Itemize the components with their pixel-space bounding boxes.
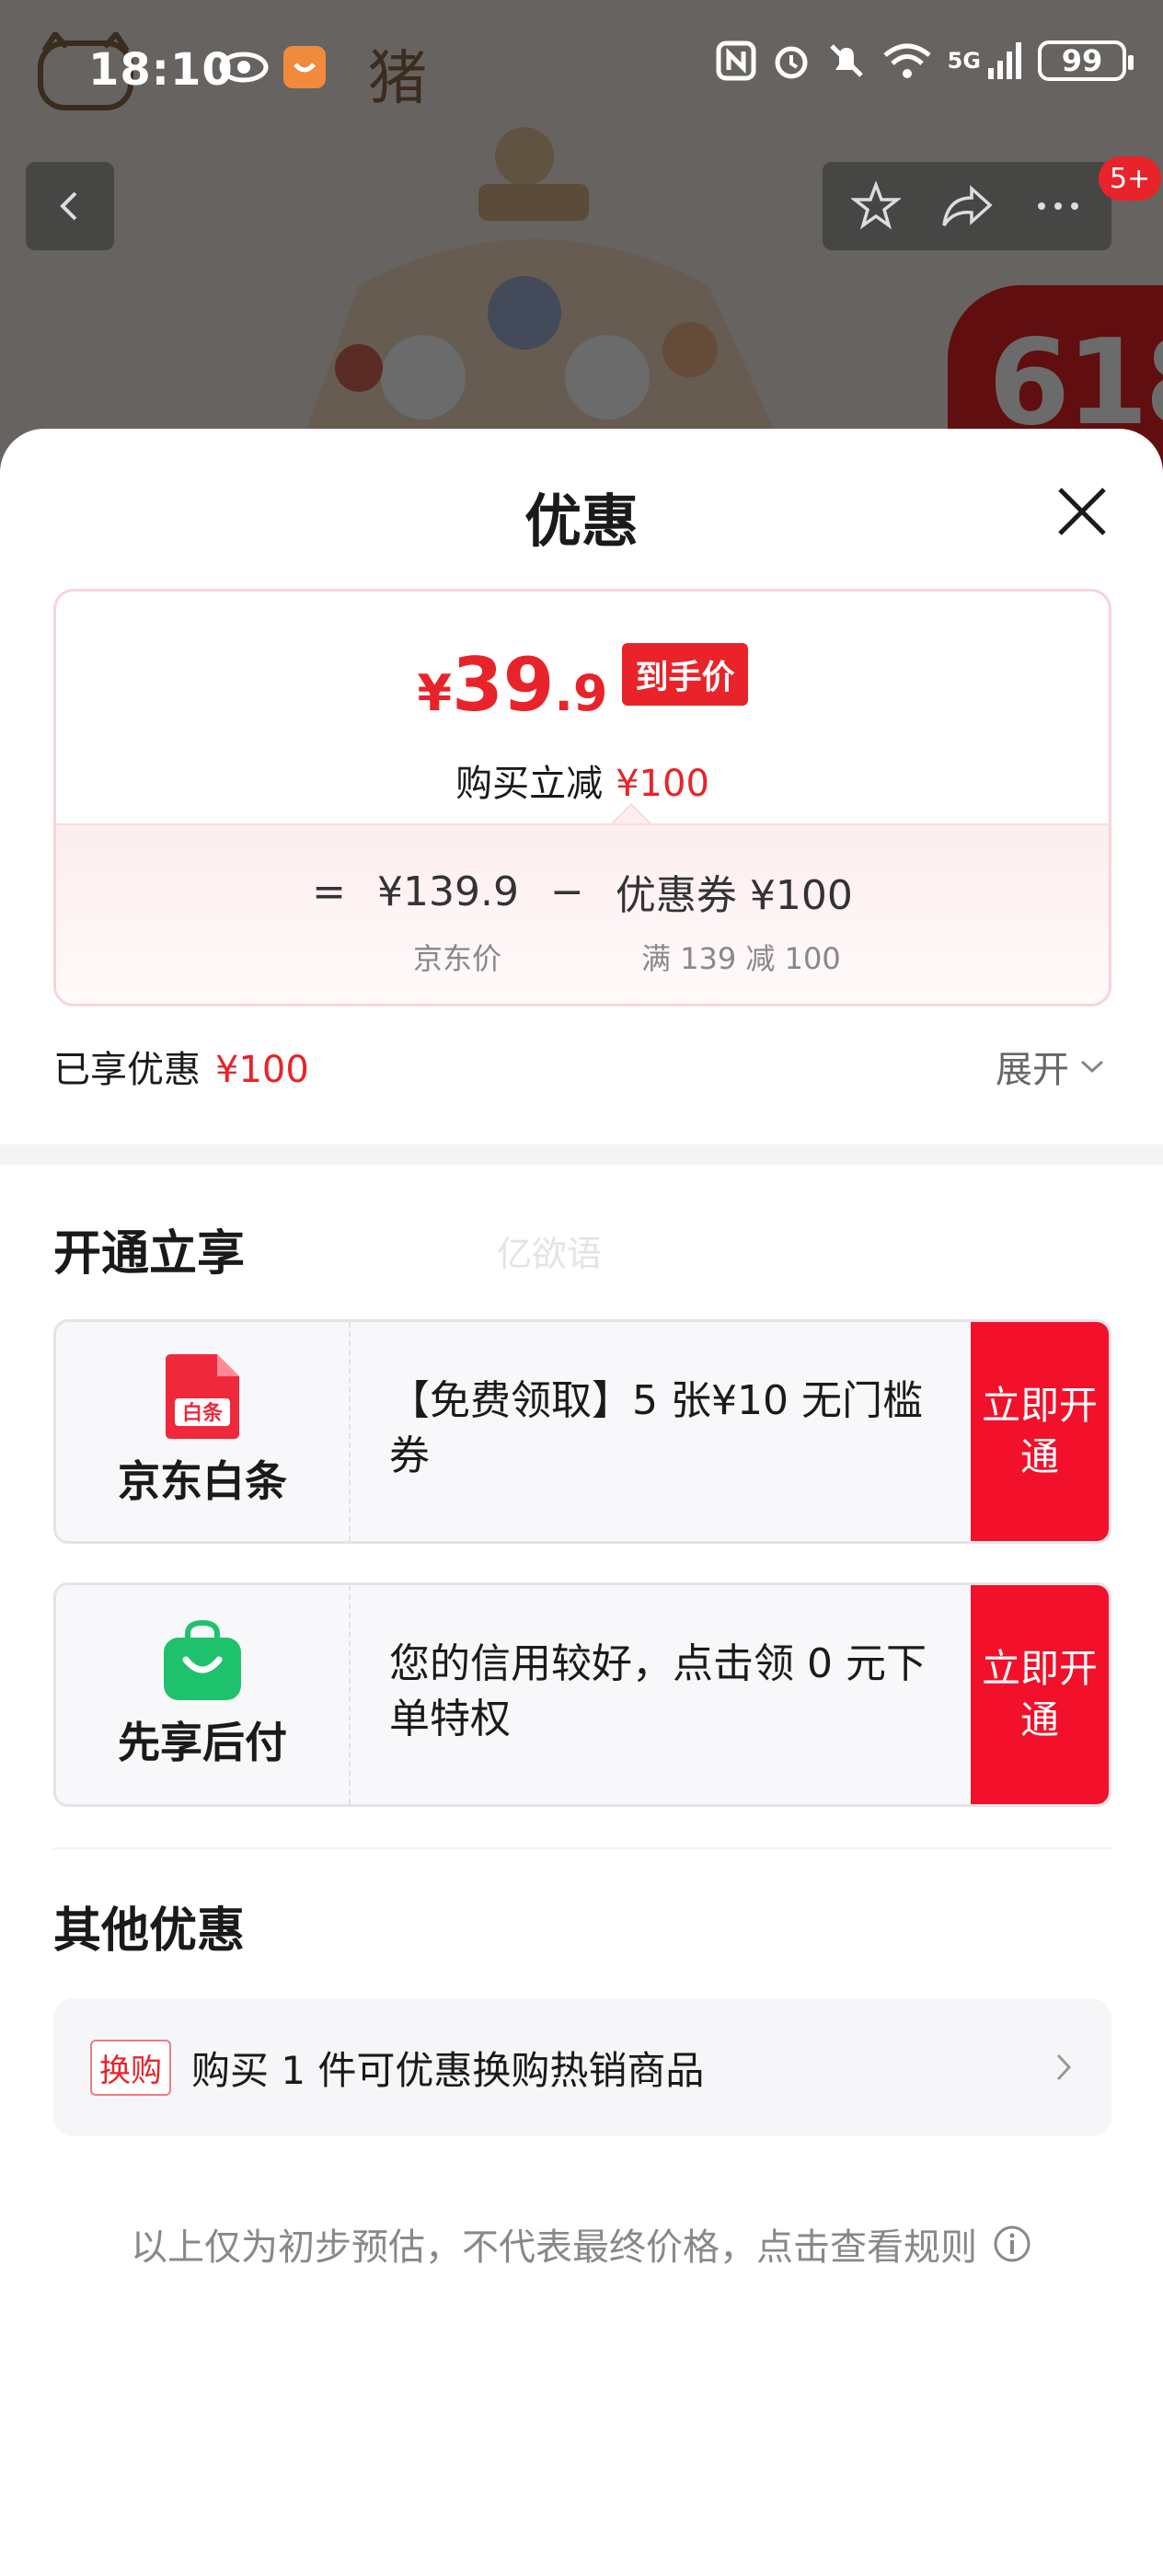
coupon-item: 优惠券 ¥100	[615, 872, 853, 919]
final-price-tag: 到手价	[622, 643, 748, 706]
baitiao-icon: 白条	[166, 1354, 239, 1439]
trade-in-tag: 换购	[90, 2039, 171, 2096]
nfc-icon	[716, 40, 756, 81]
final-price: ¥ 39 .9	[417, 642, 608, 728]
battery-indicator: 99	[1038, 40, 1134, 81]
watermark: 亿欲语	[497, 1234, 603, 1274]
activate-baitiao-button[interactable]: 立即开通	[971, 1322, 1109, 1541]
alarm-icon	[775, 46, 808, 79]
mute-icon	[829, 44, 863, 77]
trade-in-offer-row[interactable]: 换购 购买 1 件可优惠换购热销商品	[53, 1998, 1111, 2136]
sheet-title: 优惠	[524, 488, 639, 555]
offer-name: 京东白条	[118, 1456, 287, 1506]
network-type: 5G	[947, 48, 981, 74]
status-bar: 18:10 5G 99	[0, 0, 1163, 147]
signal-icon	[988, 42, 1021, 79]
base-price: ¥139.9	[377, 868, 519, 915]
wifi-icon	[882, 43, 931, 78]
offer-card-pay-later[interactable]: 先享后付 您的信用较好，点击领 0 元下单特权 立即开通	[53, 1582, 1111, 1807]
base-price-label: 京东价	[413, 941, 502, 976]
top-action-bar	[823, 162, 1111, 250]
app-notification-icon	[283, 46, 326, 88]
back-button[interactable]	[26, 162, 114, 250]
price-breakdown-card: ¥ 39 .9 到手价 购买立减 ¥100 = ¥139.9 − 优惠券 ¥100…	[53, 589, 1111, 1006]
coupon-condition: 满 139 减 100	[641, 941, 841, 976]
cart-badge: 5+	[1099, 156, 1162, 201]
enjoyed-discount: 已享优惠 ¥100	[53, 1049, 309, 1091]
offer-card-baitiao[interactable]: 白条 京东白条 【免费领取】5 张¥10 无门槛券 立即开通	[53, 1319, 1111, 1544]
discount-sheet: 优惠 ¥ 39 .9 到手价 购买立减 ¥100 = ¥139.9 − 优惠券 …	[0, 429, 1163, 2576]
offer-description: 您的信用较好，点击领 0 元下单特权	[389, 1640, 927, 1742]
shopping-bag-icon	[164, 1619, 241, 1700]
status-time: 18:10	[88, 44, 234, 96]
svg-text:白条: 白条	[182, 1401, 224, 1425]
other-section-title: 其他优惠	[53, 1903, 246, 1959]
star-icon[interactable]	[851, 181, 902, 231]
chevron-down-icon	[1080, 1060, 1104, 1074]
section-divider	[0, 1144, 1163, 1165]
info-icon	[994, 2225, 1031, 2262]
chevron-left-icon	[60, 191, 77, 221]
rules-footnote[interactable]: 以上仅为初步预估，不代表最终价格，点击查看规则	[0, 2217, 1163, 2271]
close-icon	[1058, 488, 1106, 535]
chevron-right-icon	[1056, 2053, 1072, 2081]
open-section-title: 开通立享	[53, 1226, 246, 1282]
offer-description: 【免费领取】5 张¥10 无门槛券	[389, 1377, 923, 1479]
expand-toggle[interactable]: 展开	[996, 1040, 1106, 1093]
price-formula: = ¥139.9 − 优惠券 ¥100 京东价 满 139 减 100	[56, 823, 1109, 1004]
divider	[53, 1847, 1111, 1849]
share-icon[interactable]	[940, 181, 994, 231]
more-icon[interactable]	[1033, 181, 1083, 231]
activate-pay-later-button[interactable]: 立即开通	[971, 1585, 1109, 1804]
trade-in-text: 购买 1 件可优惠换购热销商品	[191, 2047, 705, 2093]
instant-discount: 购买立减 ¥100	[455, 763, 709, 805]
close-button[interactable]	[1045, 475, 1119, 548]
eye-icon	[219, 52, 269, 83]
offer-name: 先享后付	[118, 1718, 287, 1767]
